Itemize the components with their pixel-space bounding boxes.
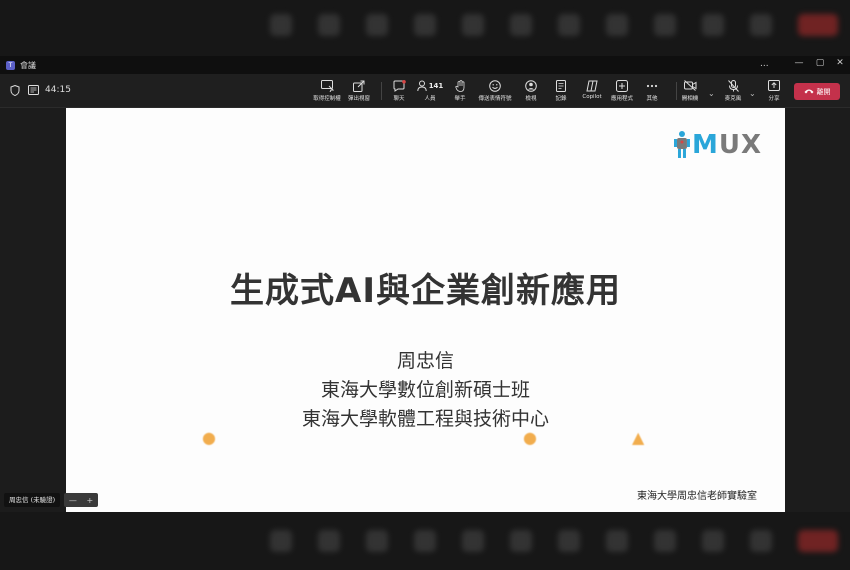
share-button[interactable]: 分享 [751,79,797,102]
slide-affiliation-2: 東海大學軟體工程與技術中心 [301,408,549,430]
notes-label: 記錄 [555,96,567,102]
copilot-icon [586,79,598,92]
shared-content-stage: MUX 生成式AI與企業創新應用 周忠信 東海大學數位創新碩士班 東海大學軟體工… [0,108,850,512]
mic-off-icon [727,79,739,92]
minimize-button[interactable]: — [790,58,808,68]
notes-icon [556,79,566,92]
camera-button[interactable]: 開相機 [667,79,713,102]
smiley-icon [489,79,501,92]
popout-label: 彈出視窗 [347,96,370,102]
view-label: 檢視 [525,96,537,102]
reaction-emoji-icon: ● [523,428,537,447]
leave-label: 離開 [816,87,831,96]
maximize-button[interactable]: ▢ [811,58,829,68]
meeting-info-icon[interactable] [28,85,39,98]
teams-app-icon: T [6,60,15,70]
presentation-slide: MUX 生成式AI與企業創新應用 周忠信 東海大學數位創新碩士班 東海大學軟體工… [66,108,785,512]
slide-lab-credit: 東海大學周忠信老師實驗室 [637,491,757,502]
blurred-background-bottom [0,512,850,570]
chat-label: 聊天 [393,96,405,102]
share-label: 分享 [768,96,780,102]
camera-off-icon [683,79,697,92]
meeting-timer: 44:15 [45,85,71,95]
more-label: 其他 [646,96,658,102]
zoom-in-button[interactable]: + [86,496,93,505]
view-icon [525,79,537,92]
popout-icon [353,79,365,92]
slide-author: 周忠信 [396,350,454,372]
zoom-out-button[interactable]: — [69,496,77,505]
mic-label: 麥克風 [724,96,742,102]
hand-icon [454,79,466,92]
blurred-toolbar-ghost [270,14,838,36]
blurred-toolbar-ghost [270,530,838,552]
logo-text: MUX [691,130,762,160]
more-dots-icon [646,79,658,92]
add-app-icon [616,79,628,92]
zoom-control: — + [64,493,98,507]
raise-hand-label: 舉手 [454,96,466,102]
people-label: 人員 [424,96,436,102]
meeting-toolbar: 44:15 取得控制權 彈出視窗 聊天 141 人員 舉手 傳送表情符號 檢視 … [0,74,850,108]
mux-logo: MUX [672,128,762,162]
react-label: 傳送表情符號 [478,96,512,102]
slide-affiliation-1: 東海大學數位創新碩士班 [320,379,530,401]
window-more-button[interactable]: ... [760,59,769,69]
reaction-emoji-icon: ● [202,428,216,447]
share-icon [768,79,780,92]
slide-title: 生成式AI與企業創新應用 [230,271,621,311]
window-title: 會議 [20,60,36,70]
camera-label: 開相機 [681,96,699,102]
hang-up-icon [804,88,814,96]
close-window-button[interactable]: ✕ [831,58,849,68]
window-titlebar: T 會議 ... — ▢ ✕ [0,56,850,74]
take-control-icon [320,79,334,92]
thumbs-up-reaction-icon: ▲ [632,428,645,447]
blurred-background-top [0,0,850,56]
chat-icon [393,79,406,92]
presenter-name-chip: 周忠信 (未驗證) [4,493,61,507]
leave-button[interactable]: 離開 [794,83,840,100]
robot-mascot-icon [673,131,690,158]
shield-icon[interactable] [10,84,20,99]
